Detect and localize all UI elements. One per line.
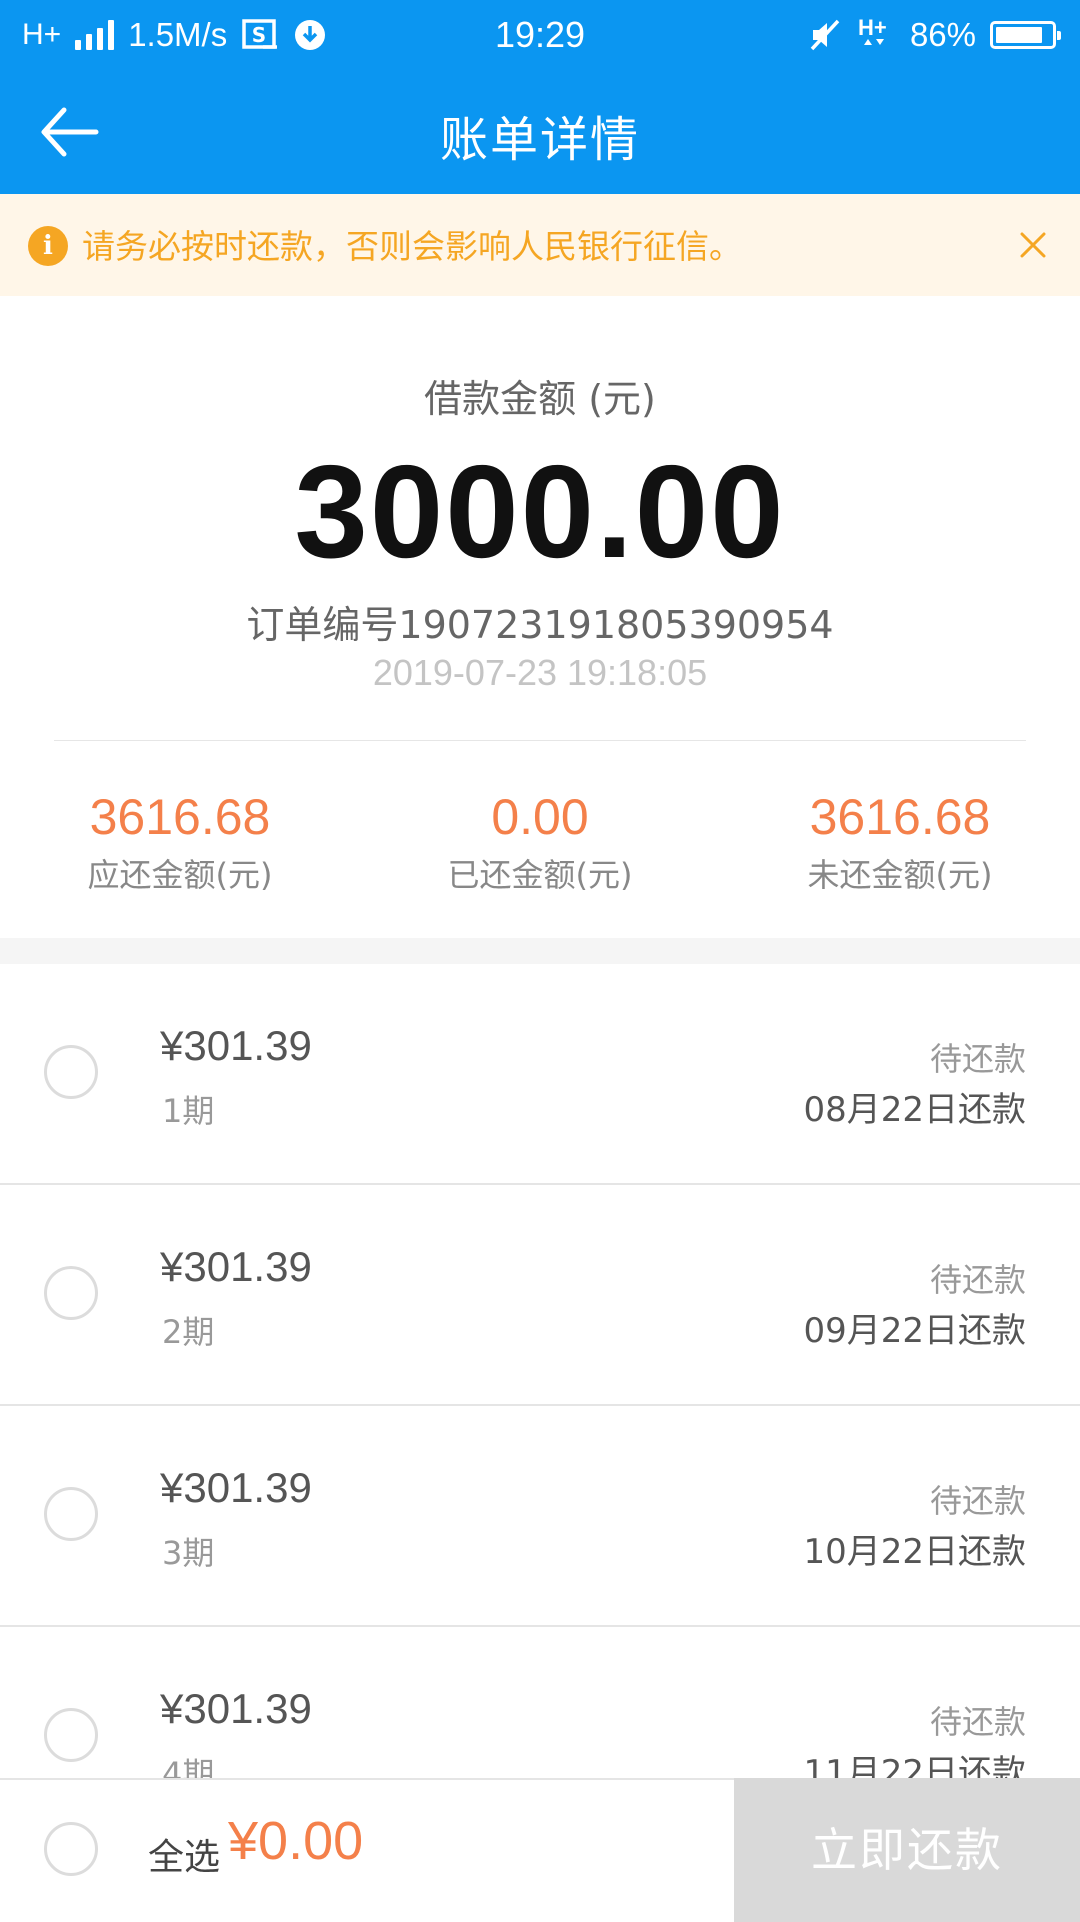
battery-icon [990, 21, 1061, 49]
stat-amount-due: 3616.68 应还金额(元) [0, 788, 360, 896]
stat-value: 3616.68 [809, 789, 991, 845]
stat-label: 应还金额(元) [87, 856, 273, 894]
installment-period: 2期 [162, 1313, 215, 1351]
order-number: 订单编号190723191805390954 [246, 603, 834, 647]
installment-period: 3期 [162, 1534, 215, 1572]
installment-due-date: 11月22日还款 [803, 1753, 1026, 1778]
installment-status: 待还款 [929, 1261, 1026, 1299]
status-right-group: H+ 86% [808, 14, 1061, 56]
close-icon [1020, 232, 1046, 258]
installment-row[interactable]: ¥301.39 3期 待还款 10月22日还款 [0, 1406, 1080, 1627]
info-icon: i [28, 226, 68, 266]
selected-total-amount: ¥0.00 [228, 1811, 364, 1871]
repayment-notice-banner: i 请务必按时还款，否则会影响人民银行征信。 [0, 194, 1080, 296]
installment-radio[interactable] [44, 1487, 98, 1541]
battery-fill [996, 27, 1043, 43]
summary-divider [54, 740, 1026, 741]
installment-amount: ¥301.39 [160, 1243, 312, 1290]
installment-radio[interactable] [44, 1266, 98, 1320]
order-timestamp: 2019-07-23 19:18:05 [372, 652, 708, 693]
installment-amount: ¥301.39 [160, 1022, 312, 1069]
bottom-action-bar: 全选 ¥0.00 立即还款 [0, 1778, 1080, 1922]
pay-now-button[interactable]: 立即还款 [734, 1778, 1080, 1922]
section-gap [0, 938, 1080, 964]
installment-amount: ¥301.39 [160, 1464, 312, 1511]
installment-radio[interactable] [44, 1708, 98, 1762]
stat-amount-repaid: 0.00 已还金额(元) [360, 788, 720, 896]
installment-amount: ¥301.39 [160, 1685, 312, 1732]
select-all-radio[interactable] [44, 1822, 98, 1876]
status-bar: H+ 1.5M/s S 19:29 H+ 86% [0, 0, 1080, 70]
installment-status: 待还款 [929, 1482, 1026, 1520]
installment-row[interactable]: ¥301.39 2期 待还款 09月22日还款 [0, 1185, 1080, 1406]
stat-label: 已还金额(元) [447, 856, 633, 894]
select-all-label[interactable]: 全选 [148, 1828, 220, 1880]
loan-amount-label: 借款金额 (元) [424, 377, 656, 421]
app-header: H+ 1.5M/s S 19:29 H+ 86% 账单详情 [0, 0, 1080, 194]
battery-percentage: 86% [909, 16, 976, 53]
notice-text: 请务必按时还款，否则会影响人民银行征信。 [82, 227, 742, 266]
installment-radio[interactable] [44, 1045, 98, 1099]
stat-amount-outstanding: 3616.68 未还金额(元) [720, 788, 1080, 896]
installment-list: ¥301.39 1期 待还款 08月22日还款 ¥301.39 2期 待还款 0… [0, 964, 1080, 1778]
installment-period: 1期 [162, 1092, 215, 1130]
notice-close-button[interactable] [1008, 220, 1058, 270]
stat-value: 0.00 [491, 789, 589, 845]
installment-row[interactable]: ¥301.39 1期 待还款 08月22日还款 [0, 964, 1080, 1185]
installment-due-date: 08月22日还款 [803, 1090, 1026, 1130]
loan-summary: 借款金额 (元) 3000.00 订单编号190723191805390954 … [0, 296, 1080, 938]
mute-icon [810, 19, 840, 51]
loan-amount-value: 3000.00 [294, 438, 786, 585]
installment-period: 4期 [162, 1755, 215, 1778]
stat-value: 3616.68 [89, 789, 271, 845]
installment-due-date: 09月22日还款 [803, 1311, 1026, 1351]
installment-row[interactable]: ¥301.39 4期 待还款 11月22日还款 [0, 1627, 1080, 1778]
data-transfer-icon: H+ [858, 15, 887, 45]
page-title: 账单详情 [439, 112, 640, 168]
installment-due-date: 10月22日还款 [803, 1532, 1026, 1572]
installment-status: 待还款 [929, 1040, 1026, 1078]
installment-status: 待还款 [929, 1703, 1026, 1741]
stat-label: 未还金额(元) [807, 856, 993, 894]
svg-text:H+: H+ [858, 15, 887, 40]
title-bar: 账单详情 [0, 70, 1080, 194]
